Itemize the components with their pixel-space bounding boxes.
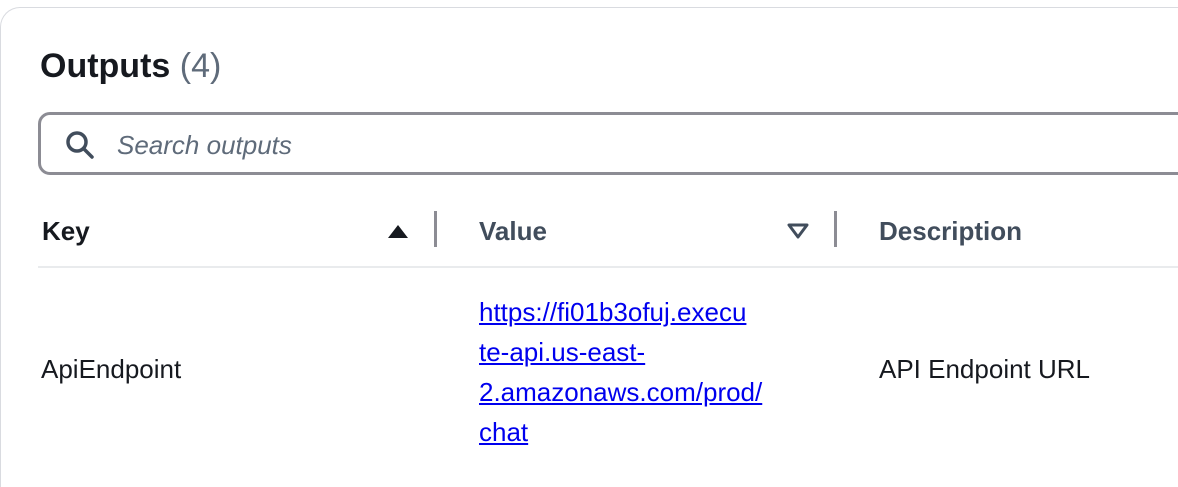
column-resizer[interactable] [834, 211, 837, 247]
column-resizer[interactable] [434, 211, 437, 247]
value-link-line[interactable]: 2.amazonaws.com/prod/ [479, 372, 809, 412]
value-link-line[interactable]: chat [479, 412, 809, 452]
cell-description: API Endpoint URL [879, 354, 1091, 384]
header-count: (4) [179, 47, 222, 85]
panel-header: Outputs (4) [40, 46, 221, 86]
search-icon [66, 131, 94, 159]
header-divider [38, 266, 1178, 268]
column-header-value[interactable]: Value [479, 214, 547, 248]
search-box[interactable] [38, 112, 1178, 175]
value-link-line[interactable]: https://fi01b3ofuj.execu [479, 292, 809, 332]
column-header-key[interactable]: Key [42, 214, 90, 248]
search-input[interactable] [115, 123, 1119, 167]
value-link-line[interactable]: te-api.us-east- [479, 332, 809, 372]
header-title: Outputs [40, 47, 171, 85]
caret-down-outline-icon[interactable] [786, 220, 810, 242]
cell-key: ApiEndpoint [41, 354, 182, 384]
column-header-description[interactable]: Description [879, 214, 1022, 248]
caret-up-filled-icon[interactable] [386, 220, 410, 242]
cell-value: https://fi01b3ofuj.execu te-api.us-east-… [479, 292, 809, 452]
